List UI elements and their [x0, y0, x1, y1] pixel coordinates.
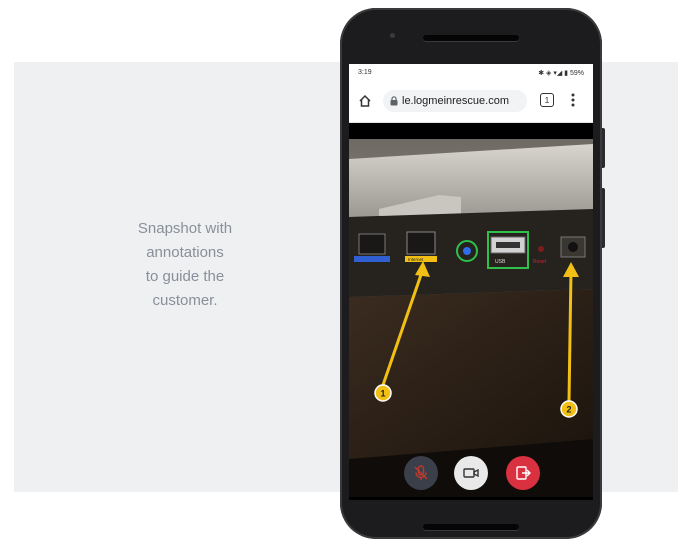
router-back-panel	[349, 209, 593, 297]
caption-line: to guide the	[145, 268, 225, 285]
caption-text: Snapshot with annotations to guide the c…	[100, 217, 270, 313]
wps-button	[463, 247, 471, 255]
usb-port-inner	[496, 242, 520, 248]
status-indicators: ✱ ◈ ▾◢ ▮ 59%	[538, 70, 584, 77]
status-bar: 3:19 ✱ ◈ ▾◢ ▮ 59%	[349, 64, 593, 82]
reset-button	[538, 246, 544, 252]
usb-label-text: USB	[495, 259, 506, 265]
end-session-button[interactable]	[506, 456, 540, 490]
caption-line: customer.	[152, 292, 218, 309]
caption-line: Snapshot with	[137, 220, 233, 237]
marker-1-label: 1	[380, 389, 385, 399]
more-options-icon[interactable]	[571, 93, 575, 107]
reset-label-text: Reset	[533, 259, 547, 265]
internet-port	[406, 231, 436, 255]
volume-button	[602, 188, 605, 248]
exit-session-icon	[516, 466, 531, 480]
phone-screen: 3:19 ✱ ◈ ▾◢ ▮ 59% le.logmeinrescue.com 1	[349, 64, 593, 500]
lan-port-label	[354, 256, 390, 262]
bottom-speaker	[423, 524, 519, 530]
video-button[interactable]	[454, 456, 488, 490]
mute-button[interactable]	[404, 456, 438, 490]
power-button	[602, 128, 605, 168]
front-camera	[390, 33, 395, 38]
phone-frame: 3:19 ✱ ◈ ▾◢ ▮ 59% le.logmeinrescue.com 1	[340, 8, 605, 539]
address-bar[interactable]: le.logmeinrescue.com	[383, 90, 527, 112]
arrow-2	[567, 270, 573, 402]
status-time: 3:19	[358, 69, 372, 76]
caption-line: annotations	[146, 244, 224, 261]
power-jack	[568, 242, 578, 252]
tab-switcher-button[interactable]: 1	[540, 93, 554, 107]
top-speaker	[423, 35, 519, 41]
marker-2-label: 2	[566, 405, 571, 415]
mic-off-icon	[414, 465, 428, 480]
url-text: le.logmeinrescue.com	[402, 95, 509, 107]
video-camera-icon	[463, 468, 479, 478]
lan-port	[358, 233, 386, 255]
browser-toolbar: le.logmeinrescue.com 1	[349, 82, 593, 123]
home-icon[interactable]	[358, 94, 372, 108]
lock-icon	[390, 96, 398, 106]
camera-snapshot: Internet USB Reset 1 2	[349, 139, 593, 497]
internet-label-text: Internet	[408, 257, 424, 262]
